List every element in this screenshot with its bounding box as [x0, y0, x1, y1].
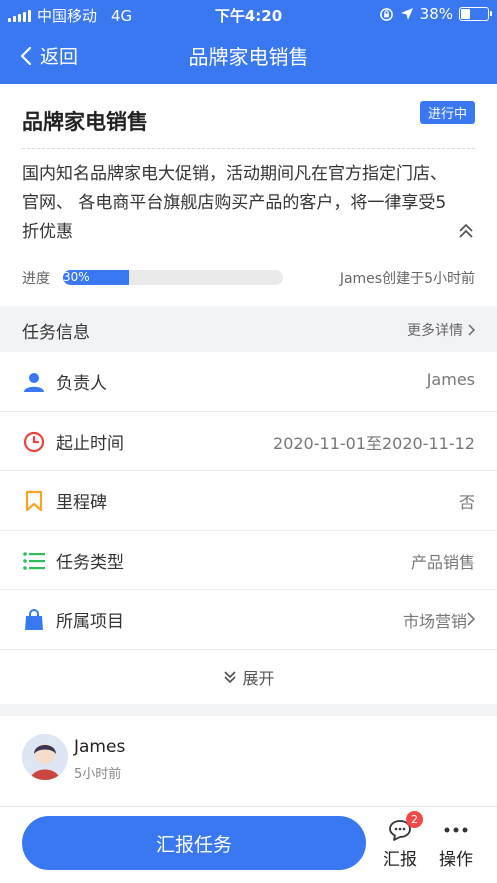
info-row-label: 所属项目 [56, 612, 124, 632]
info-row-owner[interactable]: 负责人 James [0, 352, 497, 412]
expand-button[interactable]: 展开 [0, 650, 497, 704]
info-row-label: 负责人 [56, 374, 107, 394]
nav-bar: 返回 品牌家电销售 [0, 28, 497, 84]
divider [22, 148, 475, 149]
task-info-list: 负责人 James 起止时间 2020-11-01至2020-11-12 里程碑… [0, 352, 497, 704]
info-row-milestone[interactable]: 里程碑 否 [0, 471, 497, 531]
battery-percent: 38% [419, 5, 453, 23]
info-row-value: James [426, 370, 475, 389]
activity-author: James [74, 737, 126, 757]
info-row-label: 里程碑 [56, 493, 107, 513]
info-row-project[interactable]: 所属项目 市场营销 [0, 590, 497, 650]
activity-time: 5小时前 [74, 767, 122, 782]
status-badge: 进行中 [419, 101, 475, 124]
info-row-label: 任务类型 [56, 552, 124, 573]
expand-label: 展开 [242, 668, 275, 688]
battery-icon [459, 7, 492, 21]
report-tab[interactable]: 2 汇报 [378, 811, 423, 870]
bookmark-icon [22, 489, 46, 513]
rotation-lock-icon [379, 7, 393, 21]
section-title: 任务信息 [22, 323, 90, 343]
created-info: James创建于5小时前 [339, 271, 475, 287]
info-row-label: 起止时间 [56, 433, 124, 454]
info-row-value: 产品销售 [410, 552, 475, 572]
collapse-button[interactable] [457, 222, 475, 244]
chevron-right-icon [467, 612, 475, 626]
location-icon [400, 8, 413, 20]
task-description: 国内知名品牌家电大促销，活动期间凡在官方指定门店、 官网、 各电商平台旗舰店购买… [22, 164, 447, 242]
info-row-value: 市场营销 [402, 612, 467, 631]
chevron-double-down-icon [224, 670, 237, 683]
more-details-link[interactable]: 更多详情 [407, 320, 475, 340]
page-title: 品牌家电销售 [188, 45, 309, 69]
status-bar: 中国移动 4G 下午4:20 38% [0, 0, 497, 28]
info-row-value: 否 [458, 493, 475, 512]
operations-tab[interactable]: 操作 [434, 817, 478, 870]
progress-text: 30% [63, 270, 90, 284]
avatar[interactable] [22, 734, 68, 780]
bottom-bar: 汇报任务 2 汇报 操作 [0, 806, 497, 883]
section-header: 任务信息 更多详情 [0, 306, 497, 352]
task-title: 品牌家电销售 [22, 110, 148, 134]
chevron-double-up-icon [459, 224, 473, 238]
status-right: 38% [379, 5, 492, 23]
battery-fill [461, 9, 470, 19]
more-dots-icon [434, 817, 478, 843]
chevron-right-icon [468, 324, 475, 336]
list-icon [22, 549, 46, 573]
activity-item: James 5小时前 [0, 716, 497, 816]
progress-label: 进度 [22, 271, 50, 287]
more-details-label: 更多详情 [407, 323, 463, 339]
operations-tab-label: 操作 [439, 850, 473, 870]
chat-icon: 2 [378, 811, 423, 843]
bag-icon [22, 608, 46, 632]
report-task-button[interactable]: 汇报任务 [22, 816, 366, 870]
report-tab-label: 汇报 [383, 850, 417, 870]
notification-badge: 2 [406, 811, 423, 828]
clock-icon [22, 430, 46, 454]
info-row-type[interactable]: 任务类型 产品销售 [0, 531, 497, 590]
person-icon [22, 370, 46, 394]
info-row-value: 2020-11-01至2020-11-12 [273, 433, 475, 453]
progress-bar: 30% [63, 270, 283, 285]
info-row-time[interactable]: 起止时间 2020-11-01至2020-11-12 [0, 412, 497, 471]
task-header-card: 品牌家电销售 进行中 国内知名品牌家电大促销，活动期间凡在官方指定门店、 官网、… [0, 84, 497, 306]
